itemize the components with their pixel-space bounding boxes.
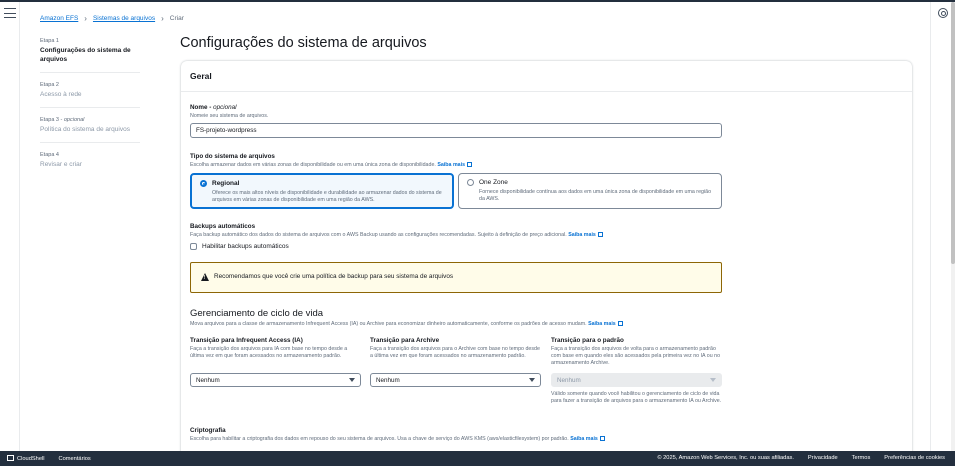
copyright-text: © 2025, Amazon Web Services, Inc. ou sua…	[657, 455, 794, 461]
ia-transition-description: Faça a transição dos arquivos para IA co…	[190, 346, 348, 359]
one-zone-title: One Zone	[479, 179, 508, 186]
regional-option[interactable]: Regional Oferece os mais altos níveis de…	[190, 173, 454, 209]
fs-type-label: Tipo do sistema de arquivos	[190, 153, 275, 160]
enable-backups-checkbox[interactable]	[190, 243, 197, 250]
caret-down-icon	[529, 378, 535, 382]
wizard-step-1: Etapa 1 Configurações do sistema de arqu…	[40, 38, 140, 73]
name-label: Nome - opcional	[190, 104, 237, 111]
external-link-icon	[597, 232, 603, 237]
breadcrumb-amazon-efs[interactable]: Amazon EFS	[40, 15, 78, 22]
archive-transition-label: Transição para Archive	[370, 337, 440, 344]
cookie-preferences-link[interactable]: Preferências de cookies	[884, 455, 945, 461]
ia-transition-label: Transição para Infrequent Access (IA)	[190, 337, 303, 344]
step-number: Etapa 2	[40, 82, 59, 88]
chevron-right-icon: ›	[84, 14, 87, 23]
hamburger-menu-icon[interactable]	[4, 8, 16, 18]
step-number: Etapa 4	[40, 152, 59, 158]
panel-header: Geral	[181, 61, 912, 92]
regional-description: Oferece os mais altos níveis de disponib…	[212, 190, 442, 203]
left-navigation-rail	[0, 2, 20, 451]
encryption-label: Criptografia	[190, 427, 226, 434]
page-title: Configurações do sistema de arquivos	[180, 35, 427, 51]
feedback-link[interactable]: Comentários	[59, 456, 91, 462]
name-input[interactable]: FS-projeto-wordpress	[190, 123, 722, 138]
warning-icon	[201, 273, 209, 281]
privacy-link[interactable]: Privacidade	[808, 455, 838, 461]
backups-label: Backups automáticos	[190, 223, 256, 230]
wizard-step-4: Etapa 4 Revisar e criar	[40, 152, 140, 177]
radio-selected-icon	[200, 180, 207, 187]
step-title: Política do sistema de arquivos	[40, 126, 130, 133]
caret-down-icon	[710, 378, 716, 382]
one-zone-option[interactable]: One Zone Fornece disponibilidade contínu…	[458, 173, 722, 209]
step-title: Acesso à rede	[40, 91, 82, 98]
encryption-description: Escolha para habilitar a criptografia do…	[190, 436, 605, 443]
step-title: Configurações do sistema de arquivos	[40, 47, 131, 63]
scrollbar-thumb[interactable]	[951, 2, 955, 264]
standard-transition-note: Válido somente quando você habilitou o g…	[551, 391, 722, 404]
standard-transition-description: Faça a transição dos arquivos de volta p…	[551, 346, 721, 366]
chevron-right-icon: ›	[161, 14, 164, 23]
learn-more-link[interactable]: Saiba mais	[437, 162, 465, 168]
archive-transition-select[interactable]: Nenhum	[370, 373, 541, 387]
page-scrollbar[interactable]	[951, 2, 955, 451]
radio-icon	[467, 179, 474, 186]
breadcrumb: Amazon EFS › Sistemas de arquivos › Cria…	[40, 14, 184, 23]
wizard-step-2: Etapa 2 Acesso à rede	[40, 82, 140, 108]
top-bar	[0, 0, 955, 2]
name-description: Nomeie seu sistema de arquivos.	[190, 113, 269, 119]
standard-transition-select: Nenhum	[551, 373, 722, 387]
terms-link[interactable]: Termos	[852, 455, 871, 461]
learn-more-link[interactable]: Saiba mais	[588, 321, 616, 327]
settings-gear-icon[interactable]	[938, 8, 948, 18]
cloudshell-button[interactable]: CloudShell	[7, 455, 45, 462]
fs-type-description: Escolha armazenar dados em várias zonas …	[190, 162, 473, 169]
external-link-icon	[599, 436, 605, 441]
console-footer: CloudShell Comentários © 2025, Amazon We…	[0, 451, 955, 466]
general-panel: Geral	[181, 61, 912, 461]
enable-backups-label: Habilitar backups automáticos	[202, 243, 289, 250]
breadcrumb-current: Criar	[169, 15, 184, 22]
archive-transition-description: Faça a transição dos arquivos para o Arc…	[370, 346, 540, 359]
breadcrumb-file-systems[interactable]: Sistemas de arquivos	[93, 15, 155, 22]
external-link-icon	[617, 321, 623, 326]
wizard-steps: Etapa 1 Configurações do sistema de arqu…	[40, 38, 140, 186]
step-title: Revisar e criar	[40, 161, 82, 168]
one-zone-description: Fornece disponibilidade contínua aos dad…	[479, 189, 712, 202]
alert-text: Recomendamos que você crie uma política …	[214, 273, 454, 280]
lifecycle-title: Gerenciamento de ciclo de vida	[190, 308, 324, 319]
external-link-icon	[467, 162, 473, 167]
standard-transition-label: Transição para o padrão	[551, 337, 624, 344]
ia-transition-select[interactable]: Nenhum	[190, 373, 361, 387]
wizard-step-3: Etapa 3 - opcional Política do sistema d…	[40, 117, 140, 143]
learn-more-link[interactable]: Saiba mais	[570, 436, 598, 442]
learn-more-link[interactable]: Saiba mais	[568, 232, 596, 238]
backups-description: Faça backup automático dos dados do sist…	[190, 232, 603, 239]
backup-warning-alert: Recomendamos que você crie uma política …	[190, 262, 722, 293]
step-number: Etapa 3 - opcional	[40, 117, 85, 123]
terminal-icon	[7, 455, 14, 461]
lifecycle-description: Mova arquivos para a classe de armazenam…	[190, 321, 623, 328]
regional-title: Regional	[212, 180, 240, 187]
caret-down-icon	[349, 378, 355, 382]
step-number: Etapa 1	[40, 38, 59, 44]
